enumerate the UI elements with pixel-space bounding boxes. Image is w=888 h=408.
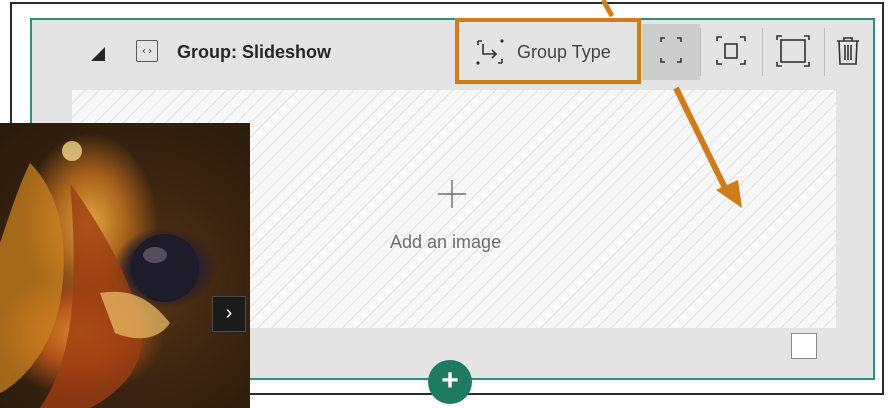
add-image-plus-icon[interactable] [436, 178, 468, 210]
toolbar-divider [762, 28, 763, 76]
collapse-triangle-icon[interactable] [89, 45, 109, 65]
layout-small-icon [660, 37, 682, 63]
add-image-label[interactable]: Add an image [390, 230, 501, 254]
group-type-label: Group Type [517, 42, 611, 62]
select-checkbox[interactable] [791, 333, 817, 359]
layout-small-button[interactable] [642, 24, 700, 80]
group-type-icon [476, 39, 504, 65]
layout-large-button[interactable] [764, 24, 822, 80]
layout-large-icon [776, 35, 810, 67]
group-title: Group: Slideshow [177, 42, 332, 62]
next-slide-button[interactable]: › [212, 296, 246, 332]
photo-detail [0, 141, 199, 408]
slideshow-preview-image [0, 123, 250, 408]
delete-button[interactable] [826, 24, 870, 80]
trash-icon [837, 37, 859, 65]
code-icon[interactable]: ‹› [136, 40, 158, 62]
layout-medium-button[interactable] [702, 24, 760, 80]
layout-medium-icon [716, 36, 746, 65]
toolbar-divider [824, 28, 825, 76]
add-section-button[interactable]: + [428, 360, 472, 404]
toolbar-divider [700, 28, 701, 76]
